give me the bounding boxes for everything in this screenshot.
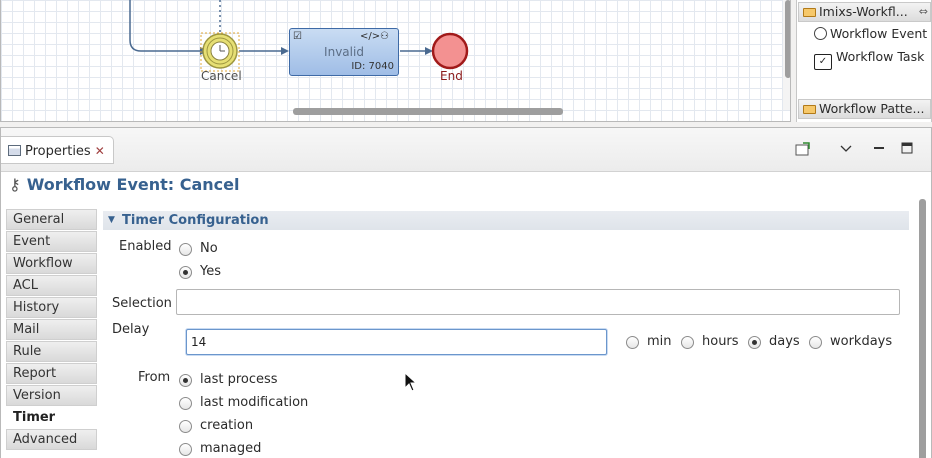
- palette-item-workflow-task[interactable]: ✓ Workflow Task: [814, 49, 924, 70]
- expanded-triangle-icon: ▼: [108, 215, 115, 225]
- delay-unit-option-label[interactable]: min: [647, 334, 672, 349]
- side-tab-version[interactable]: Version: [6, 385, 97, 406]
- properties-vertical-scrollbar[interactable]: [917, 199, 929, 458]
- delay-unit-option-label[interactable]: hours: [702, 334, 739, 349]
- delay-unit-radio-min[interactable]: [626, 336, 639, 349]
- minimize-icon[interactable]: [870, 142, 888, 158]
- from-radio-managed[interactable]: [179, 443, 192, 456]
- selection-input[interactable]: [176, 289, 900, 315]
- enabled-radio-yes[interactable]: [179, 266, 192, 279]
- diagram-canvas[interactable]: Cancel End ☑ </> ⚇ Invalid ID: 7040: [0, 0, 791, 122]
- from-radio-creation[interactable]: [179, 420, 192, 433]
- palette-group-patterns[interactable]: Workflow Patte...: [798, 99, 931, 119]
- delay-unit-radio-hours[interactable]: [681, 336, 694, 349]
- delay-label: Delay: [112, 322, 150, 337]
- side-tab-timer[interactable]: Timer: [6, 407, 97, 428]
- delay-unit-option-label[interactable]: workdays: [830, 334, 892, 349]
- properties-view: Properties ✕ ⚷ Workflow Event: Cancel Gene…: [0, 127, 932, 458]
- folder-icon: [803, 8, 816, 17]
- properties-tabbar: Properties ✕: [1, 128, 931, 172]
- page-title: ⚷ Workflow Event: Cancel: [9, 175, 240, 194]
- wrench-icon: ⚷: [9, 175, 21, 194]
- delay-unit-radio-workdays[interactable]: [809, 336, 822, 349]
- enabled-label: Enabled: [119, 239, 172, 254]
- side-tab-history[interactable]: History: [6, 297, 97, 318]
- side-tab-acl[interactable]: ACL: [6, 275, 97, 296]
- close-icon[interactable]: ✕: [95, 144, 105, 158]
- delay-input[interactable]: [186, 329, 607, 355]
- from-option-label[interactable]: last modification: [200, 395, 308, 410]
- maximize-icon[interactable]: [898, 142, 916, 158]
- from-label: From: [138, 370, 171, 385]
- task-code-icon: </>: [360, 31, 381, 42]
- delay-unit-radio-days[interactable]: [748, 336, 761, 349]
- side-tab-event[interactable]: Event: [6, 231, 97, 252]
- end-event-label: End: [440, 69, 463, 83]
- mouse-cursor-icon: [404, 372, 418, 392]
- task-user-icon: ⚇: [380, 31, 389, 42]
- checkbox-task-icon: ✓: [814, 54, 832, 70]
- page-title-text: Workflow Event: Cancel: [26, 175, 240, 194]
- task-checkbox-icon: ☑: [293, 31, 302, 42]
- view-menu-icon[interactable]: [837, 142, 855, 158]
- end-event[interactable]: [431, 32, 469, 70]
- task-title: Invalid: [324, 45, 364, 59]
- collapse-icon[interactable]: ⇔: [919, 3, 928, 21]
- palette-group-imixs-label: Imixs-Workfl...: [819, 4, 908, 19]
- properties-tab[interactable]: Properties ✕: [1, 136, 114, 164]
- palette-item-workflow-task-label: Workflow Task: [836, 49, 925, 64]
- side-tab-report[interactable]: Report: [6, 363, 97, 384]
- properties-vertical-thumb[interactable]: [919, 199, 926, 458]
- section-timer-configuration[interactable]: ▼ Timer Configuration: [103, 211, 909, 230]
- side-tab-advanced[interactable]: Advanced: [6, 429, 97, 450]
- side-tab-mail[interactable]: Mail: [6, 319, 97, 340]
- task-invalid[interactable]: ☑ </> ⚇ Invalid ID: 7040: [289, 28, 399, 76]
- enabled-option-label[interactable]: No: [200, 241, 218, 256]
- palette-group-patterns-label: Workflow Patte...: [819, 101, 925, 116]
- cancel-event-label: Cancel: [201, 69, 242, 83]
- canvas-vertical-thumb[interactable]: [785, 0, 790, 78]
- side-tab-general[interactable]: General: [6, 209, 97, 230]
- canvas-vertical-scrollbar[interactable]: [783, 0, 790, 110]
- delay-unit-option-label[interactable]: days: [769, 334, 800, 349]
- from-radio-last-modification[interactable]: [179, 397, 192, 410]
- palette: Imixs-Workfl... ⇔ Workflow Event ✓ Workfl…: [796, 0, 932, 122]
- pin-view-icon[interactable]: [794, 142, 812, 158]
- task-id: ID: 7040: [351, 61, 394, 72]
- circle-icon: [814, 27, 827, 40]
- palette-item-workflow-event[interactable]: Workflow Event: [814, 26, 927, 41]
- properties-icon: [8, 145, 21, 156]
- from-option-label[interactable]: managed: [200, 441, 261, 456]
- side-tabs: General Event Workflow ACL History Mail Rule Re…: [6, 209, 97, 451]
- palette-group-imixs[interactable]: Imixs-Workfl... ⇔: [798, 2, 931, 22]
- folder-icon: [803, 105, 816, 114]
- enabled-radio-no[interactable]: [179, 243, 192, 256]
- timer-event-cancel[interactable]: [200, 32, 240, 72]
- section-title: Timer Configuration: [122, 213, 269, 228]
- side-tab-workflow[interactable]: Workflow: [6, 253, 97, 274]
- side-tab-rule[interactable]: Rule: [6, 341, 97, 362]
- palette-item-workflow-event-label: Workflow Event: [830, 26, 928, 41]
- from-option-label[interactable]: creation: [200, 418, 253, 433]
- enabled-option-label[interactable]: Yes: [200, 264, 221, 279]
- from-radio-last-process[interactable]: [179, 374, 192, 387]
- selection-label: Selection: [112, 296, 172, 311]
- properties-tab-label: Properties: [25, 144, 91, 159]
- from-option-label[interactable]: last process: [200, 372, 278, 387]
- canvas-horizontal-scrollbar[interactable]: [293, 108, 563, 115]
